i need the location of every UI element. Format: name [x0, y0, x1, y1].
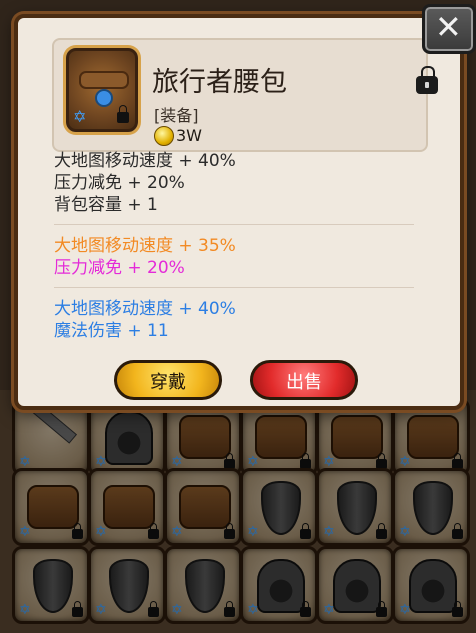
stat-line: 大地图移动速度 + 35%: [54, 236, 236, 256]
stat-line: 大地图移动速度 + 40%: [54, 299, 236, 319]
stat-line: 压力减免 + 20%: [54, 258, 185, 278]
item-header-card: ✡ 旅行者腰包 [装备] 3W: [52, 38, 438, 152]
sell-button[interactable]: 出售: [250, 360, 358, 400]
stat-line: 魔法伤害 + 11: [54, 321, 169, 341]
strap-icon: [79, 71, 129, 89]
equip-button[interactable]: 穿戴: [114, 360, 222, 400]
divider: [54, 224, 414, 225]
close-icon: ✕: [435, 8, 462, 46]
item-name: 旅行者腰包: [152, 67, 287, 98]
lock-icon: [117, 105, 129, 123]
item-stats: 大地图移动速度 + 40% 压力减免 + 20% 背包容量 + 1 大地图移动速…: [54, 150, 426, 342]
stat-line: 压力减免 + 20%: [54, 173, 185, 193]
travel-pouch-icon: ✡: [66, 48, 138, 132]
close-button[interactable]: ✕: [422, 4, 476, 54]
divider: [54, 287, 414, 288]
star-badge-icon: ✡: [73, 107, 87, 126]
lock-icon[interactable]: [416, 66, 438, 94]
gem-icon: [95, 89, 113, 107]
stat-line: 大地图移动速度 + 40%: [54, 151, 236, 171]
item-type: [装备]: [154, 106, 199, 125]
price-value: 3W: [176, 126, 202, 145]
stat-line: 背包容量 + 1: [54, 195, 158, 215]
item-detail-modal: ✡ 旅行者腰包 [装备] 3W 大地图移动速度 + 40% 压力减免 + 20%…: [14, 14, 464, 410]
coin-icon: [154, 126, 174, 146]
